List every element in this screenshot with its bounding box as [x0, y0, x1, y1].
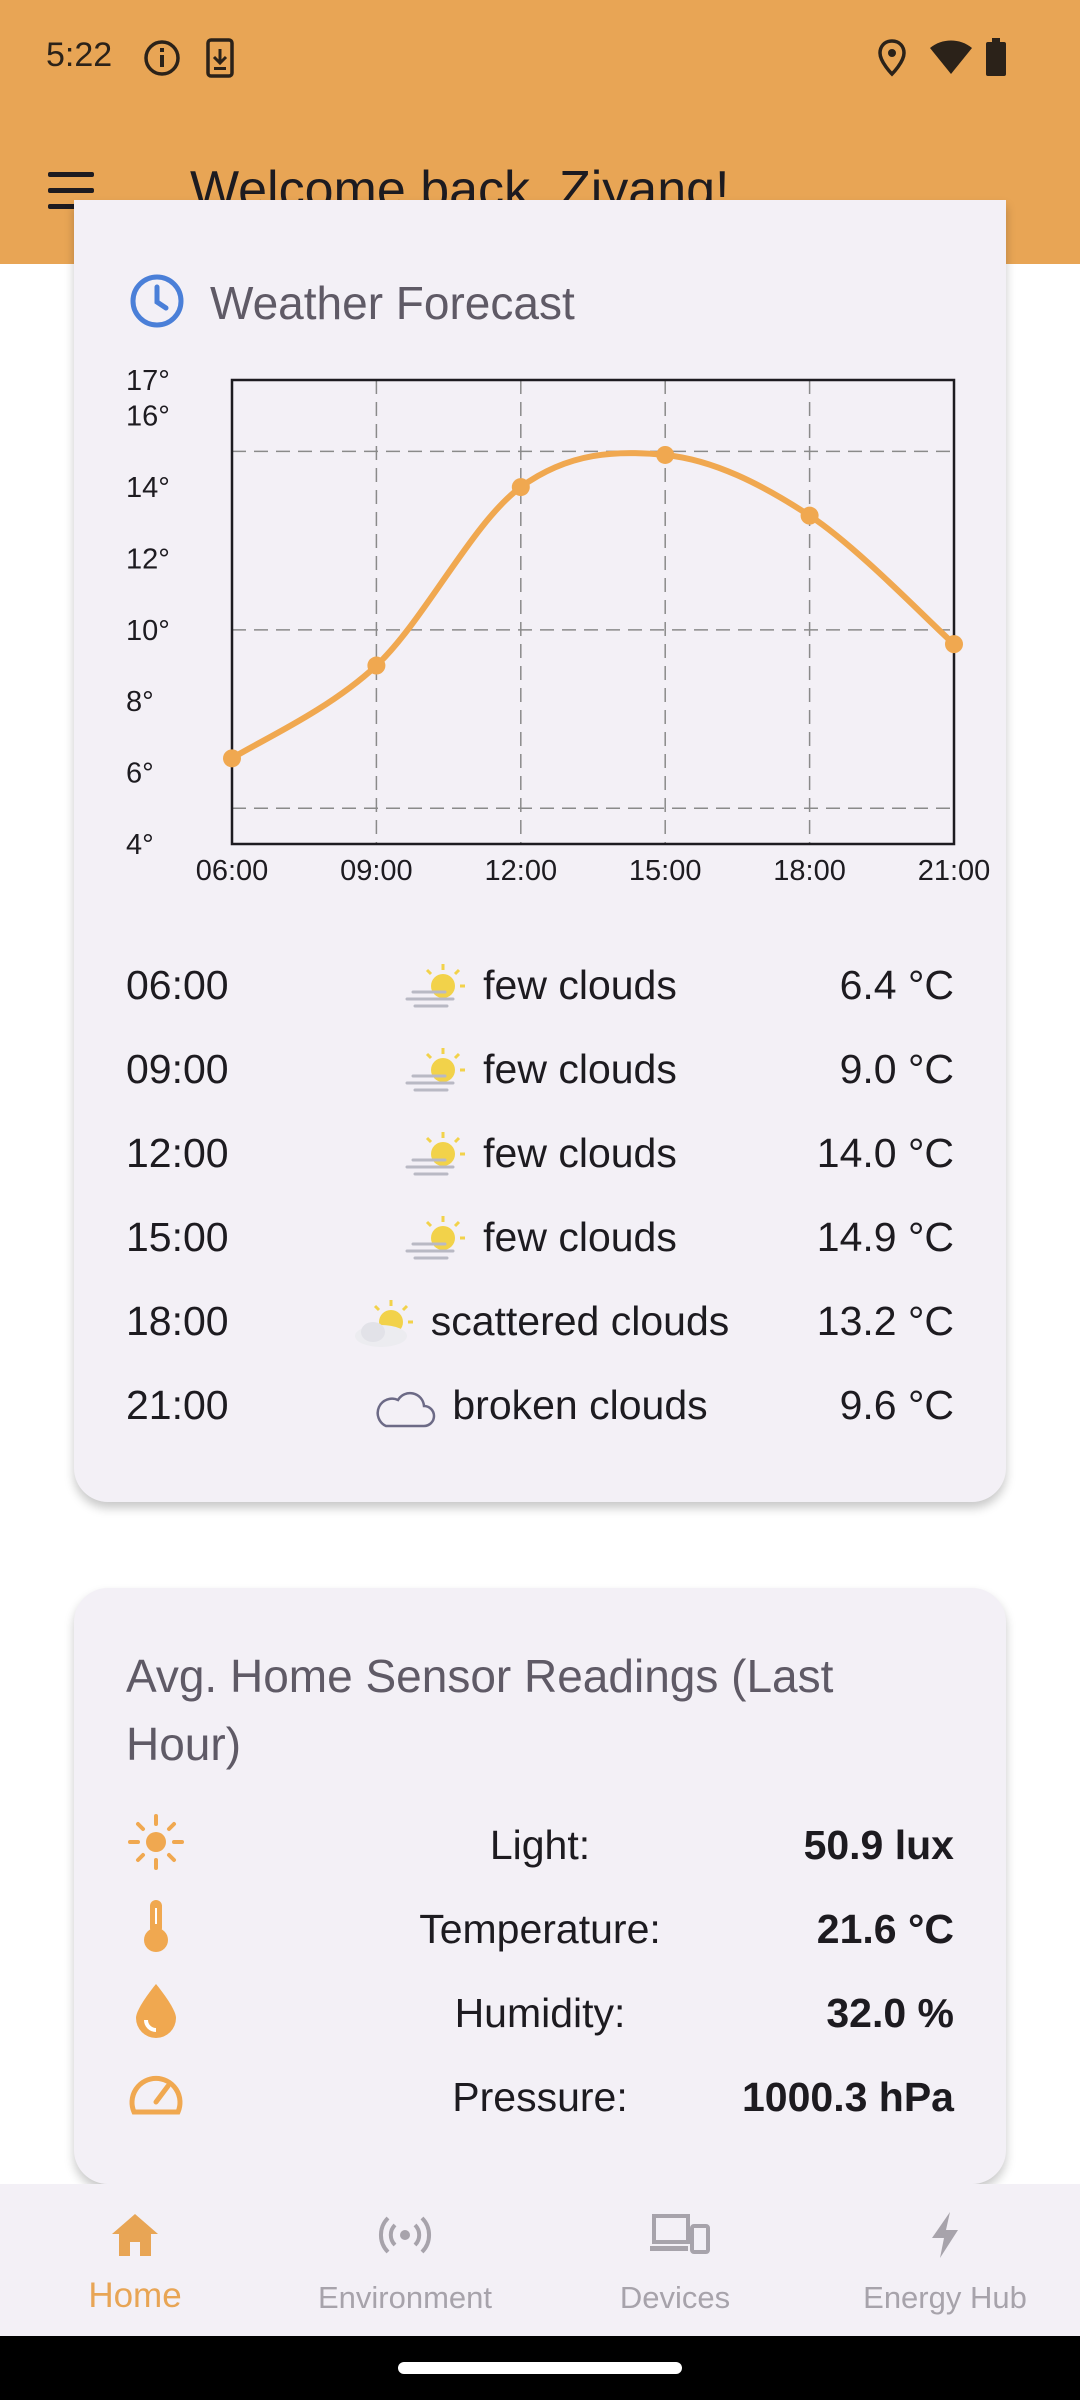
- sensor-row: Humidity: 32.0 %: [126, 1976, 954, 2046]
- temperature-chart: 4° 6° 8° 10° 12° 14° 16° 17° 06:00 09:00 12:00 15:0…: [120, 362, 1000, 892]
- forecast-temperature: 9.6 °C: [839, 1382, 954, 1428]
- wifi-icon: [928, 38, 974, 83]
- info-icon: [142, 38, 182, 83]
- sensor-value: 21.6 °C: [816, 1906, 954, 1952]
- forecast-row: 18:00 scattered clouds 13.2 °C: [126, 1288, 954, 1358]
- y-tick-label: 10°: [126, 615, 170, 647]
- temperature-line: [229, 450, 957, 762]
- bottom-navigation: Home Environment Devices Energy Hub: [0, 2184, 1080, 2336]
- forecast-condition-group: few clouds: [126, 1046, 954, 1098]
- x-tick-label: 21:00: [918, 855, 991, 887]
- forecast-row: 09:00 few clouds 9.0 °C: [126, 1036, 954, 1106]
- forecast-row: 21:00 broken clouds 9.6 °C: [126, 1372, 954, 1442]
- scattered-clouds-icon: [351, 1298, 417, 1350]
- weather-card-title: Weather Forecast: [210, 277, 575, 329]
- gesture-bar: [0, 2336, 1080, 2400]
- sensor-card-title: Avg. Home Sensor Readings (Last Hour): [126, 1650, 834, 1770]
- plot-frame: [230, 378, 956, 846]
- battery-icon: [984, 38, 1008, 83]
- home-icon: [112, 2214, 158, 2256]
- broken-clouds-icon: [372, 1382, 438, 1434]
- y-tick-label: 6°: [126, 758, 154, 790]
- nav-label-devices: Devices: [619, 2280, 731, 2315]
- few-clouds-icon: [403, 1046, 469, 1098]
- x-tick-label: 18:00: [773, 855, 846, 887]
- forecast-row: 12:00 few clouds 14.0 °C: [126, 1120, 954, 1190]
- nav-label-home: Home: [88, 2276, 182, 2315]
- sensor-value: 50.9 lux: [803, 1822, 954, 1868]
- forecast-temperature: 14.0 °C: [816, 1130, 954, 1176]
- forecast-condition: broken clouds: [452, 1382, 708, 1428]
- y-tick-label: 17°: [126, 365, 170, 397]
- forecast-row: 06:00 few clouds 6.4 °C: [126, 952, 954, 1022]
- y-tick-label: 4°: [126, 829, 154, 861]
- nav-home[interactable]: Home: [0, 2184, 270, 2336]
- few-clouds-icon: [403, 962, 469, 1014]
- forecast-row: 15:00 few clouds 14.9 °C: [126, 1204, 954, 1274]
- y-tick-label: 16°: [126, 401, 170, 433]
- nav-environment[interactable]: Environment: [270, 2184, 540, 2336]
- location-icon: [876, 38, 908, 83]
- temperature-chart-svg: 4° 6° 8° 10° 12° 14° 16° 17° 06:00 09:00 12:00 15:0…: [126, 365, 991, 887]
- forecast-temperature: 14.9 °C: [816, 1214, 954, 1260]
- status-bar: 5:22: [0, 0, 1080, 118]
- clock-icon: [128, 272, 186, 335]
- bolt-icon: [932, 2212, 958, 2258]
- download-icon: [204, 38, 236, 83]
- temperature-point: [800, 506, 819, 525]
- forecast-condition: few clouds: [483, 962, 677, 1008]
- temperature-point: [223, 749, 241, 768]
- forecast-condition-group: few clouds: [126, 962, 954, 1014]
- temperature-point: [367, 656, 386, 675]
- nav-label-energy-hub: Energy Hub: [863, 2280, 1027, 2315]
- forecast-condition-group: broken clouds: [126, 1382, 954, 1434]
- forecast-temperature: 9.0 °C: [839, 1046, 954, 1092]
- sensor-value: 32.0 %: [826, 1990, 954, 2036]
- temperature-point: [945, 635, 963, 654]
- nav-label-environment: Environment: [317, 2280, 493, 2315]
- x-tick-label: 15:00: [629, 855, 702, 887]
- sensor-row: Pressure: 1000.3 hPa: [126, 2060, 954, 2130]
- y-tick-label: 14°: [126, 472, 170, 504]
- y-tick-label: 12°: [126, 543, 170, 575]
- x-tick-label: 09:00: [340, 855, 413, 887]
- gesture-handle[interactable]: [398, 2362, 682, 2374]
- forecast-condition: few clouds: [483, 1130, 677, 1176]
- few-clouds-icon: [403, 1214, 469, 1266]
- sensor-row: Temperature: 21.6 °C: [126, 1892, 954, 1962]
- nav-devices[interactable]: Devices: [540, 2184, 810, 2336]
- x-tick-label: 12:00: [485, 855, 558, 887]
- sensors-icon: [378, 2216, 432, 2254]
- y-tick-label: 8°: [126, 686, 154, 718]
- sensor-row: Light: 50.9 lux: [126, 1808, 954, 1878]
- few-clouds-icon: [403, 1130, 469, 1182]
- devices-icon: [650, 2214, 710, 2254]
- temperature-point: [656, 445, 675, 464]
- forecast-condition: scattered clouds: [430, 1298, 730, 1344]
- forecast-temperature: 6.4 °C: [839, 962, 954, 1008]
- forecast-condition: few clouds: [483, 1214, 677, 1260]
- temperature-point: [511, 478, 530, 497]
- nav-energy-hub[interactable]: Energy Hub: [810, 2184, 1080, 2336]
- x-tick-label: 06:00: [196, 855, 269, 887]
- sensor-value: 1000.3 hPa: [742, 2074, 954, 2120]
- forecast-temperature: 13.2 °C: [816, 1298, 954, 1344]
- forecast-condition: few clouds: [483, 1046, 677, 1092]
- status-time: 5:22: [46, 36, 113, 74]
